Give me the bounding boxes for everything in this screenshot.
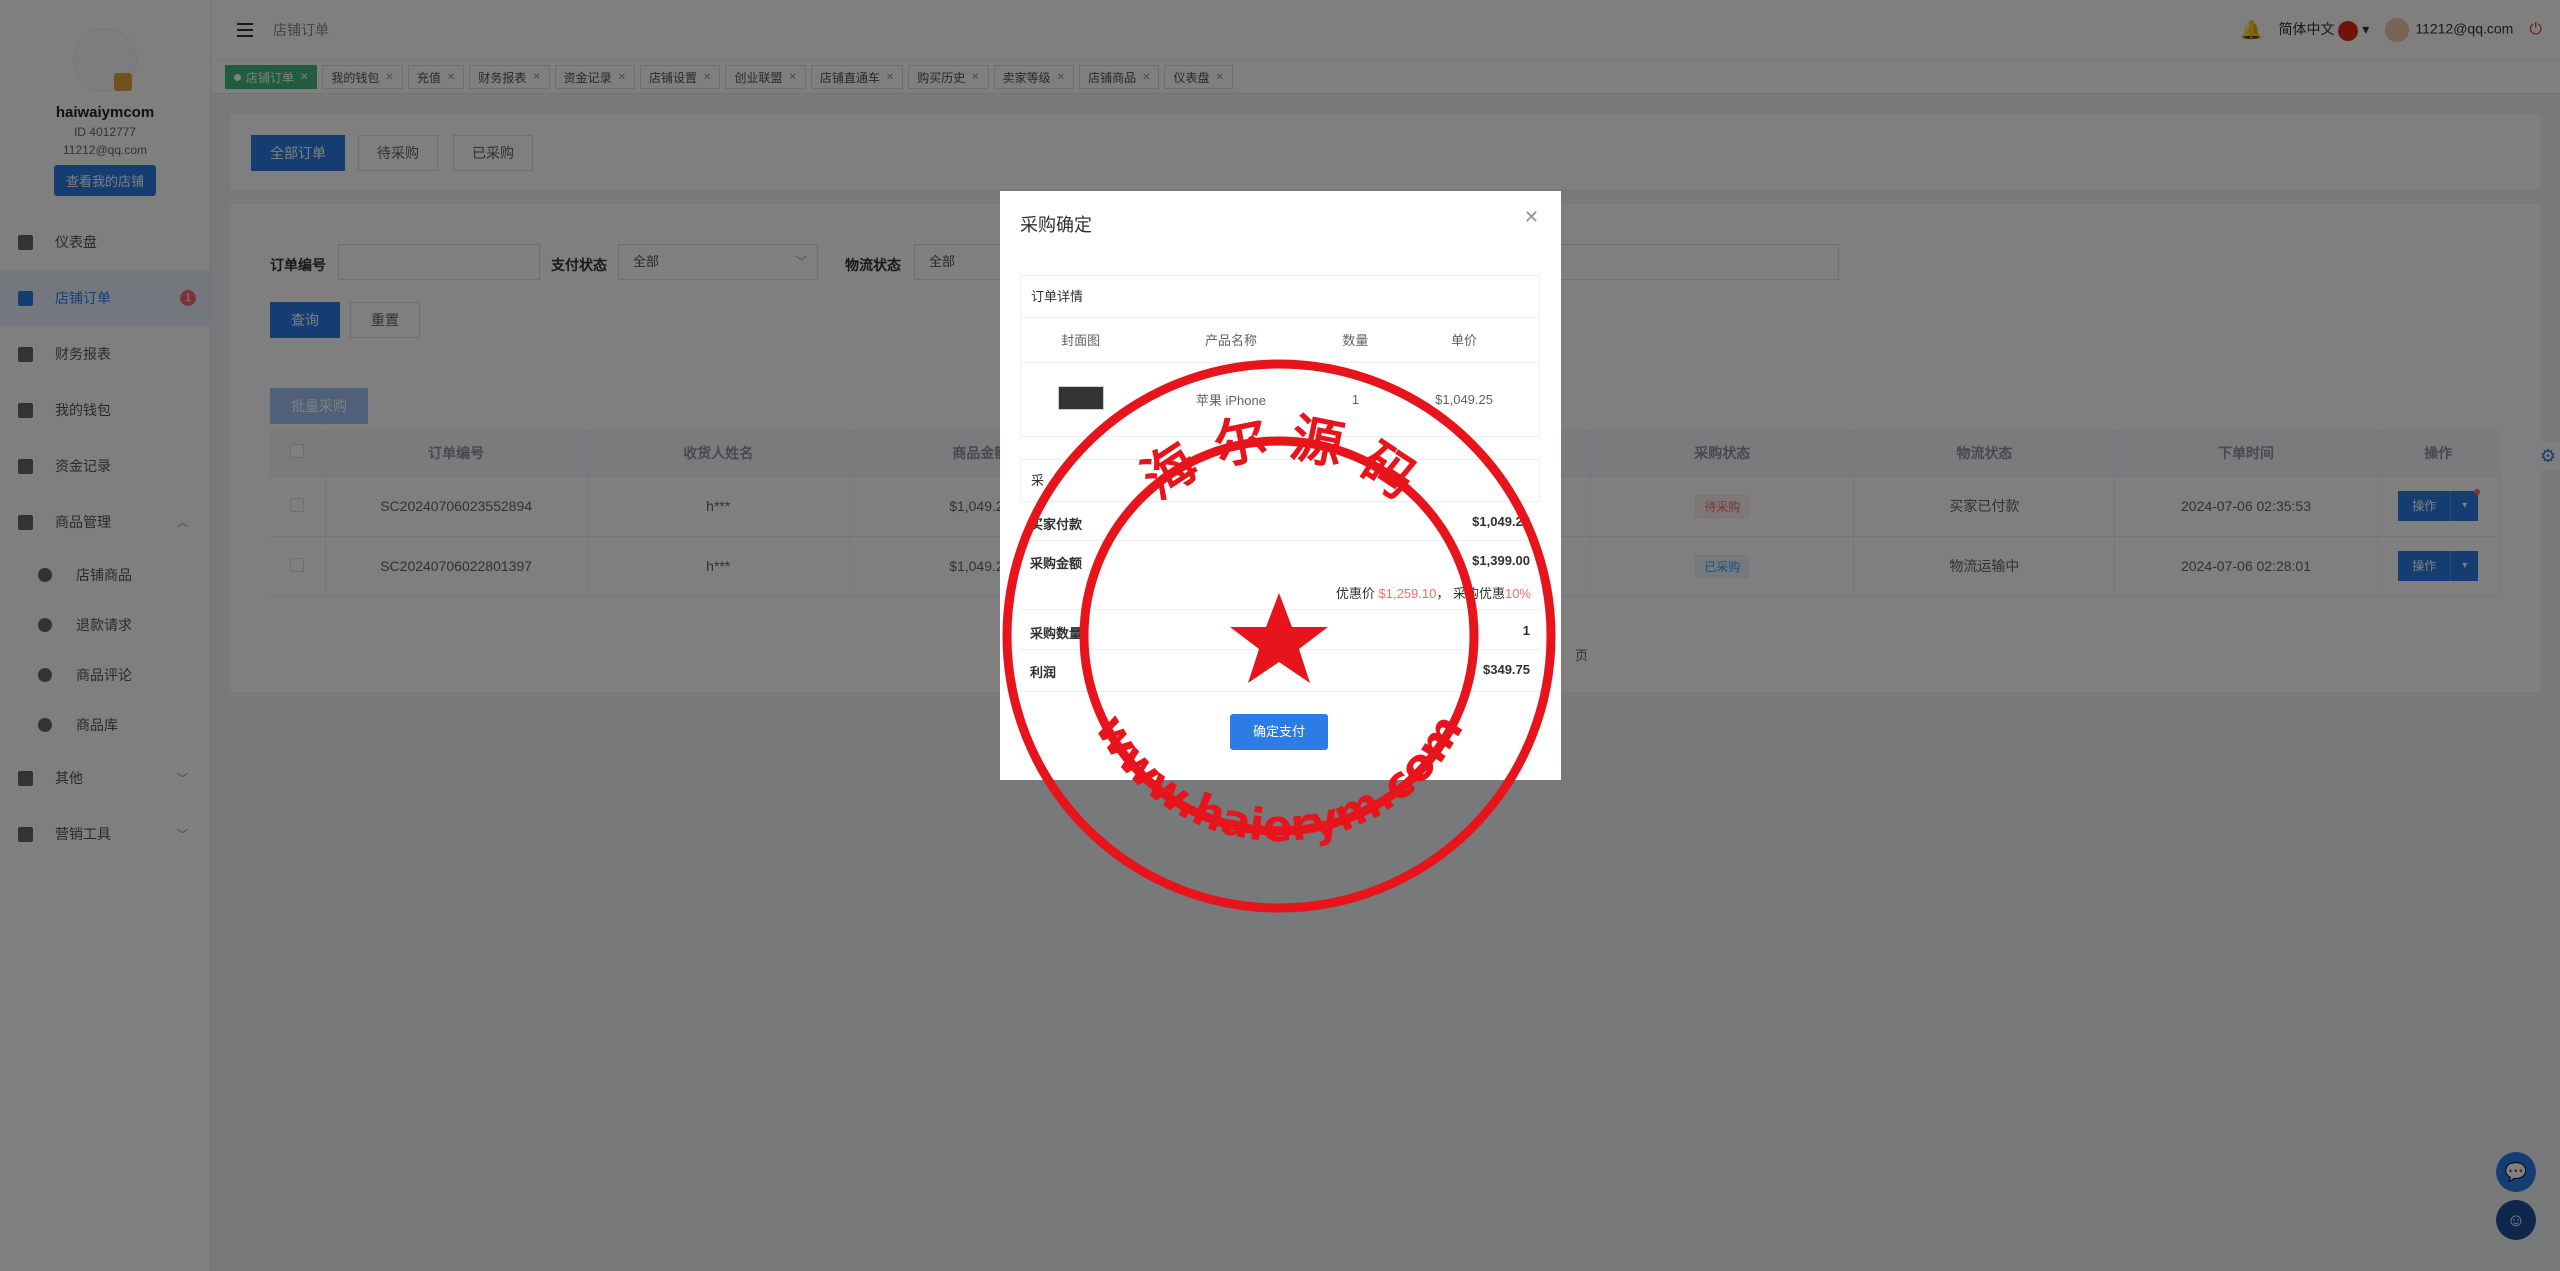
- divider: [1020, 501, 1541, 502]
- discount-price: $1,259.10: [1378, 586, 1437, 601]
- purchase-amount-row: 采购金额 $1,399.00: [1030, 553, 1530, 572]
- discount-line: 优惠价 $1,259.10， 采购优惠10%: [1336, 583, 1531, 602]
- column-header: 产品名称: [1140, 318, 1322, 363]
- cover-cell: [1021, 362, 1140, 436]
- purchase-amount-value: $1,399.00: [1472, 553, 1530, 568]
- purchase-qty-row: 采购数量 1: [1030, 623, 1530, 642]
- purchase-summary-section: 采: [1020, 459, 1540, 501]
- dialog-title: 采购确定: [1020, 215, 1092, 235]
- product-name-cell: 苹果 iPhone: [1195, 392, 1266, 408]
- column-header: 单价: [1389, 318, 1539, 363]
- quantity-cell: 1: [1351, 391, 1360, 407]
- section-title: 订单详情: [1021, 276, 1539, 318]
- buyer-paid-row: 买家付款 $1,049.25: [1030, 514, 1530, 533]
- divider: [1020, 649, 1541, 650]
- product-row: 苹果 iPhone 1 $1,049.25: [1021, 362, 1539, 436]
- discount-percent: 10%: [1504, 586, 1531, 601]
- column-header: 封面图: [1021, 318, 1141, 363]
- purchase-qty-label: 采购数量: [1030, 626, 1083, 641]
- purchase-amount-label: 采购金额: [1030, 556, 1083, 571]
- column-header: 数量: [1321, 318, 1390, 363]
- divider: [1020, 691, 1541, 692]
- close-icon[interactable]: ✕: [1524, 207, 1539, 228]
- confirm-pay-button[interactable]: 确定支付: [1230, 714, 1328, 750]
- divider: [1020, 609, 1541, 610]
- product-thumbnail: [1057, 385, 1104, 410]
- order-detail-section: 订单详情 封面图 产品名称 数量 单价 苹果 iPhone 1 $1,049.2…: [1020, 275, 1540, 437]
- unit-price-cell: $1,049.25: [1435, 391, 1493, 407]
- product-table-header: 封面图 产品名称 数量 单价: [1021, 318, 1539, 363]
- discount-mid: ， 采购优惠: [1436, 586, 1505, 601]
- divider: [1020, 540, 1541, 541]
- section-title: 采: [1031, 473, 1045, 488]
- profit-label: 利润: [1030, 665, 1057, 680]
- buyer-paid-label: 买家付款: [1030, 517, 1083, 532]
- buyer-paid-value: $1,049.25: [1472, 514, 1530, 529]
- discount-prefix: 优惠价: [1335, 586, 1375, 601]
- purchase-qty-value: 1: [1522, 623, 1530, 638]
- product-table: 封面图 产品名称 数量 单价 苹果 iPhone 1 $1,049.25: [1021, 318, 1539, 436]
- purchase-confirm-dialog: 采购确定 ✕ 订单详情 封面图 产品名称 数量 单价 苹果 iPhone 1 $…: [1000, 191, 1561, 780]
- profit-value: $349.75: [1483, 662, 1530, 677]
- profit-row: 利润 $349.75: [1030, 662, 1530, 681]
